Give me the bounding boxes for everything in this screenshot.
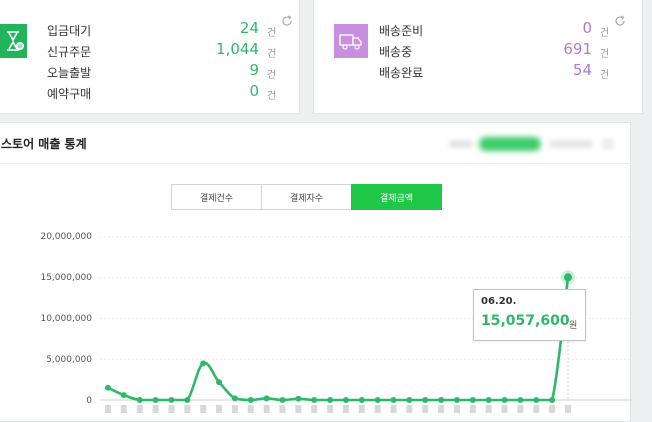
metric-tabs: 결제건수 결제자수 결제금액 — [171, 184, 442, 210]
x-tick-placeholder — [231, 405, 238, 413]
x-tick-placeholder — [200, 405, 207, 413]
x-tick-placeholder — [517, 405, 524, 413]
stat-label: 예약구매 — [47, 87, 92, 101]
x-tick-placeholder — [216, 405, 223, 413]
refresh-icon[interactable] — [281, 15, 293, 27]
data-point[interactable] — [501, 397, 508, 403]
svg-text:W: W — [18, 44, 23, 50]
x-tick-placeholder — [358, 405, 365, 413]
stat-unit: 건 — [267, 28, 277, 39]
data-point[interactable] — [406, 397, 413, 403]
stat-value[interactable]: 1,044 — [216, 40, 259, 58]
x-tick-placeholder — [438, 405, 445, 413]
data-point[interactable] — [263, 395, 270, 402]
stat-value[interactable]: 9 — [249, 61, 259, 79]
data-point[interactable] — [438, 397, 445, 403]
title-divider — [0, 163, 632, 164]
x-tick-placeholder — [422, 405, 429, 413]
stat-label: 입금대기 — [47, 24, 92, 38]
data-point[interactable] — [216, 379, 223, 386]
data-point[interactable] — [533, 397, 540, 403]
x-tick-placeholder — [342, 405, 349, 413]
x-tick-placeholder — [295, 405, 302, 413]
order-summary-card: W 입금대기 24 건 신규주문 1,044 건 오늘출발 9 건 예약구매 0… — [0, 0, 300, 114]
chart-tooltip: 06.20. 15,057,600 원 — [473, 289, 586, 341]
x-tick-placeholder — [374, 405, 381, 413]
data-point[interactable] — [390, 397, 397, 403]
x-tick-placeholder — [469, 405, 476, 413]
data-point[interactable] — [279, 397, 286, 403]
stat-label: 오늘출발 — [47, 66, 92, 80]
stat-unit: 건 — [267, 49, 277, 60]
x-tick-placeholder — [501, 405, 508, 413]
hourglass-icon: W — [0, 24, 27, 58]
data-point[interactable] — [231, 395, 238, 402]
redacted-area — [449, 135, 619, 153]
tooltip-date: 06.20. — [481, 296, 517, 307]
data-point[interactable] — [184, 397, 191, 403]
stat-unit: 건 — [267, 70, 277, 81]
data-point[interactable] — [105, 384, 111, 391]
data-point[interactable] — [469, 397, 476, 403]
tooltip-value: 15,057,600 — [481, 313, 570, 329]
data-point[interactable] — [152, 397, 159, 403]
data-point[interactable] — [311, 397, 318, 403]
tab-payment-amount[interactable]: 결제금액 — [351, 184, 442, 210]
stat-label: 배송준비 — [379, 24, 424, 38]
stat-value[interactable]: 54 — [573, 61, 592, 79]
stat-value[interactable]: 24 — [240, 19, 259, 37]
data-point[interactable] — [136, 397, 143, 403]
data-point[interactable] — [200, 360, 207, 367]
x-tick-placeholder — [105, 405, 111, 413]
x-tick-placeholder — [390, 405, 397, 413]
stat-value[interactable]: 691 — [563, 40, 592, 58]
x-tick-placeholder — [453, 405, 460, 413]
refresh-icon[interactable] — [614, 15, 626, 27]
stat-label: 배송완료 — [379, 66, 424, 80]
x-tick-placeholder — [327, 405, 334, 413]
stat-unit: 건 — [267, 91, 277, 102]
delivery-summary-card: 배송준비 0 건 배송중 691 건 배송완료 54 건 — [313, 0, 643, 114]
data-point[interactable] — [517, 397, 524, 403]
x-tick-placeholder — [565, 405, 571, 413]
tab-payment-count[interactable]: 결제건수 — [171, 184, 262, 210]
stat-label: 신규주문 — [47, 45, 92, 59]
x-tick-placeholder — [533, 405, 540, 413]
data-point[interactable] — [327, 397, 334, 403]
panel-title: 스토어 매출 통계 — [1, 137, 87, 151]
stat-unit: 건 — [600, 28, 610, 39]
tab-payer-count[interactable]: 결제자수 — [261, 184, 352, 210]
x-tick-placeholder — [247, 405, 254, 413]
data-point[interactable] — [247, 397, 254, 403]
x-tick-placeholder — [311, 405, 318, 413]
data-point[interactable] — [358, 397, 365, 403]
data-point[interactable] — [168, 397, 175, 403]
data-point[interactable] — [374, 397, 381, 403]
stat-unit: 건 — [600, 49, 610, 60]
x-tick-placeholder — [168, 405, 175, 413]
x-tick-placeholder — [485, 405, 492, 413]
data-point[interactable] — [564, 273, 572, 282]
x-tick-placeholder — [152, 405, 159, 413]
x-tick-placeholder — [549, 405, 556, 413]
data-point[interactable] — [295, 395, 302, 402]
data-point[interactable] — [485, 397, 492, 403]
tooltip-unit: 원 — [569, 321, 578, 331]
x-tick-placeholder — [406, 405, 413, 413]
x-tick-placeholder — [263, 405, 270, 413]
truck-icon — [334, 24, 368, 58]
stat-value[interactable]: 0 — [582, 19, 592, 37]
stat-label: 배송중 — [379, 45, 413, 59]
x-tick-placeholder — [184, 405, 191, 413]
x-tick-placeholder — [136, 405, 143, 413]
x-tick-placeholder — [120, 405, 127, 413]
data-point[interactable] — [342, 397, 349, 403]
stat-value[interactable]: 0 — [249, 82, 259, 100]
stat-unit: 건 — [600, 70, 610, 81]
data-point[interactable] — [120, 392, 127, 399]
data-point[interactable] — [549, 397, 556, 403]
x-tick-placeholder — [279, 405, 286, 413]
data-point[interactable] — [422, 397, 429, 403]
data-point[interactable] — [453, 397, 460, 403]
